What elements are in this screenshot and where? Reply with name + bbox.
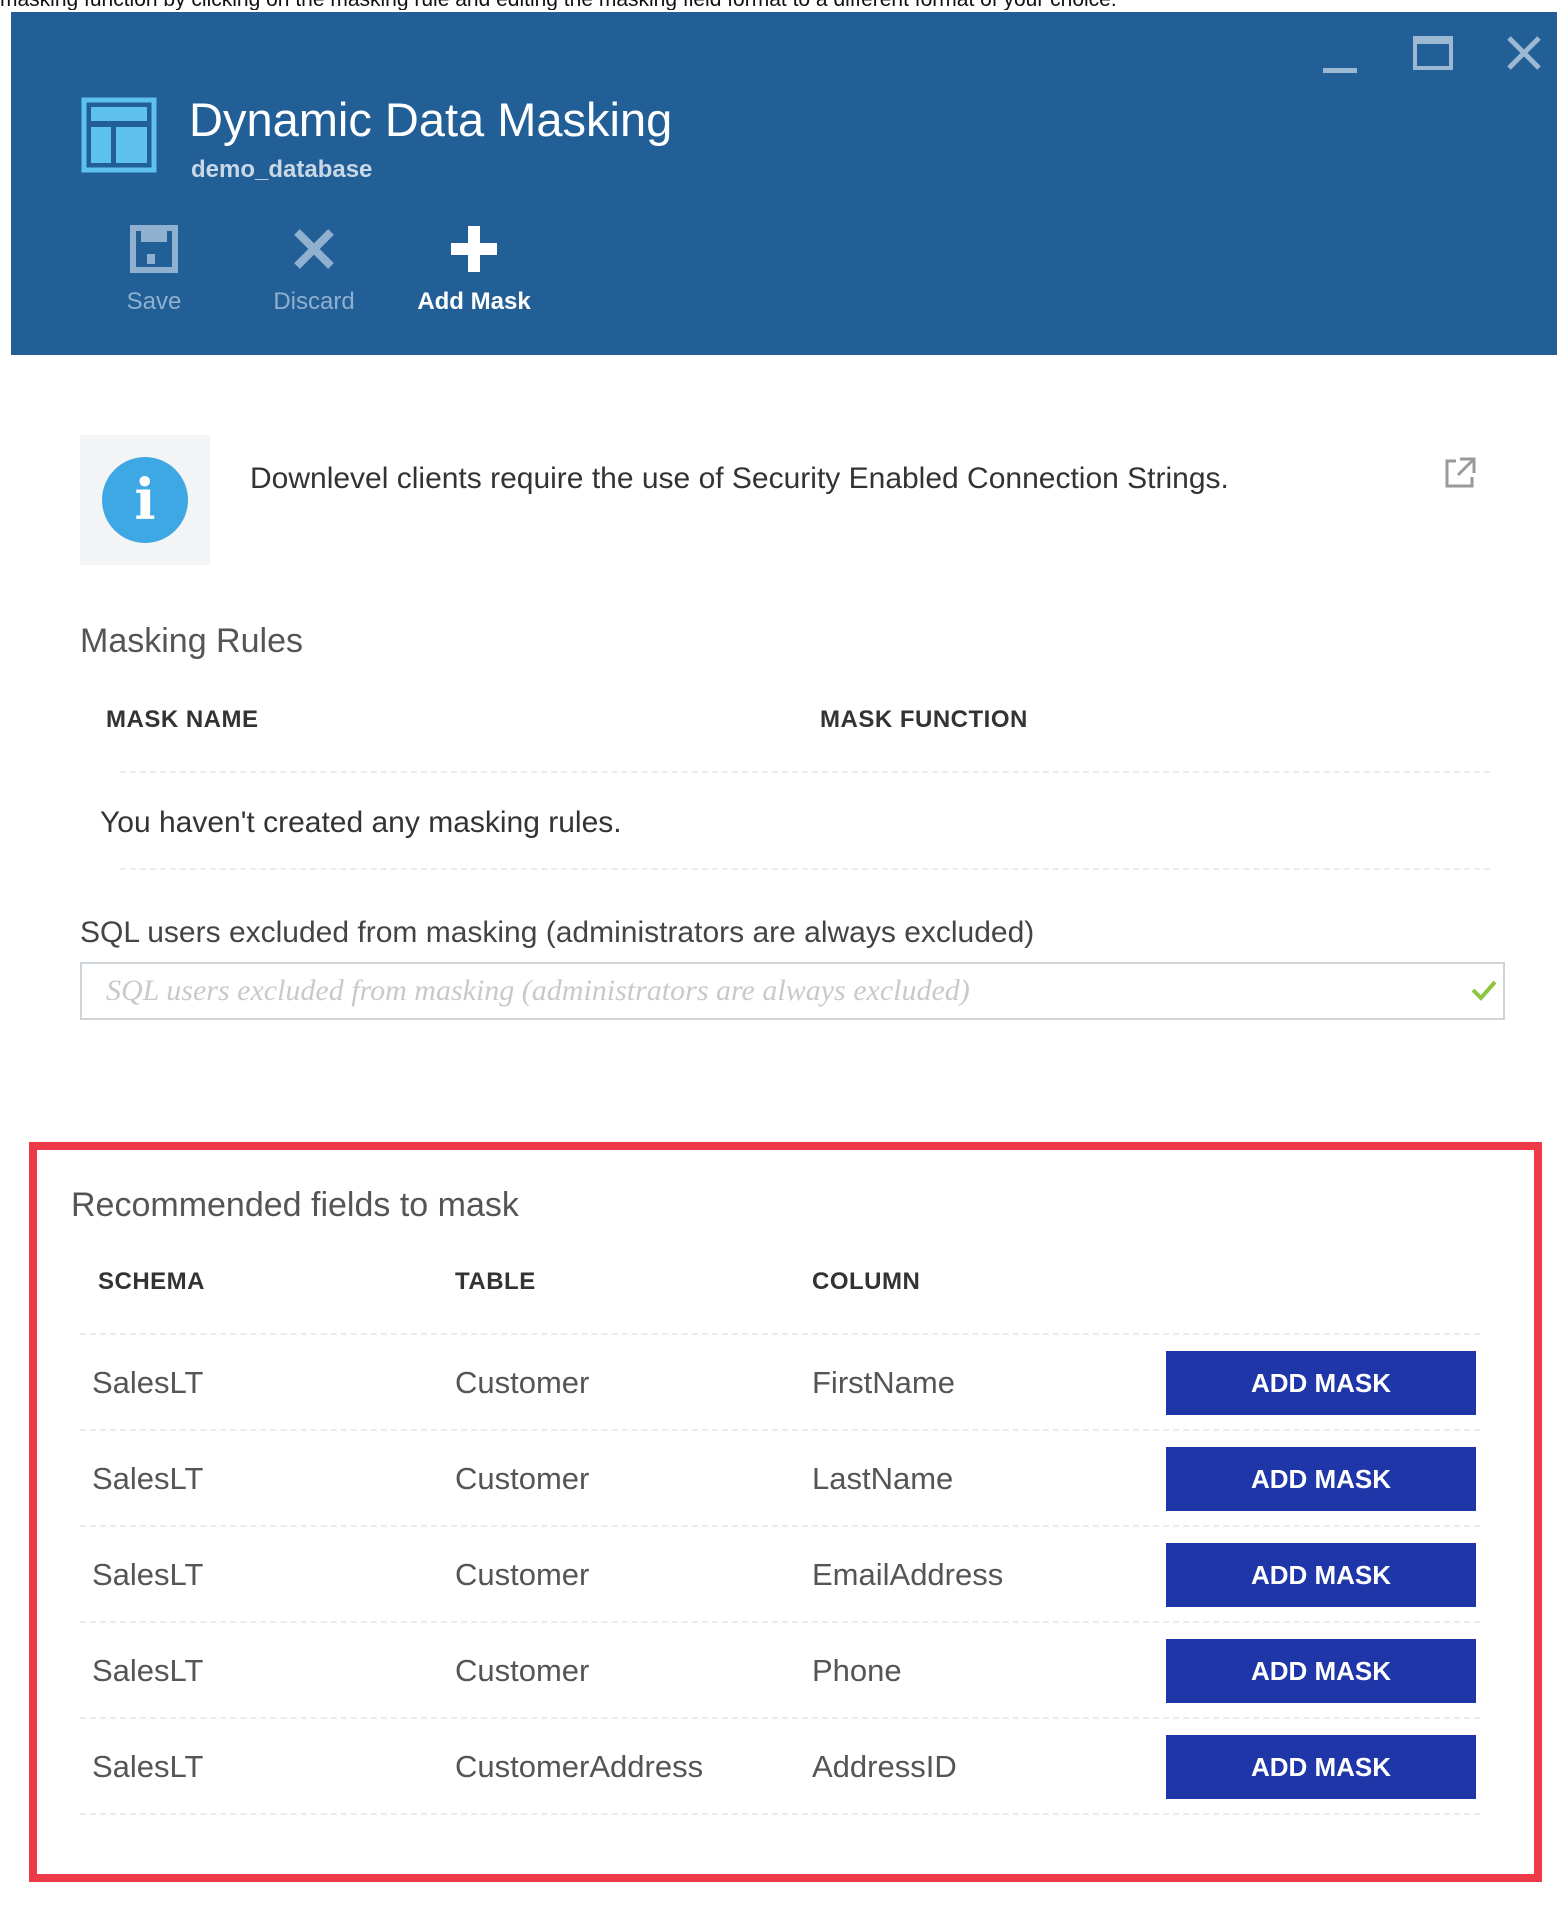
checkmark-icon [1471,980,1497,1001]
save-label: Save [126,288,182,315]
table-cell: Customer [455,1461,590,1496]
add-mask-button[interactable]: ADD MASK [1166,1351,1476,1415]
masking-rules-heading: Masking Rules [80,622,303,660]
external-link-icon[interactable] [1442,455,1478,491]
row-divider [80,1717,1480,1719]
mask-name-header: MASK NAME [106,706,259,733]
discard-icon [294,229,334,269]
column-cell: FirstName [812,1365,955,1400]
minimize-icon[interactable] [1317,28,1363,74]
discard-button[interactable]: Discard [249,224,379,324]
column-cell: Phone [812,1653,902,1688]
row-divider [80,1429,1480,1431]
schema-cell: SalesLT [92,1557,204,1592]
add-mask-command[interactable]: Add Mask [409,224,539,324]
save-button[interactable]: Save [89,224,219,324]
table-cell: Customer [455,1365,590,1400]
info-icon: i [102,457,188,543]
column-cell: AddressID [812,1749,957,1784]
database-blade-icon [81,97,157,173]
row-divider [80,1813,1480,1815]
header-divider [120,771,1490,773]
excluded-users-label: SQL users excluded from masking (adminis… [80,916,1035,949]
table-cell: CustomerAddress [455,1749,704,1784]
column-cell: LastName [812,1461,954,1496]
table-header-divider [80,1333,1480,1335]
schema-cell: SalesLT [92,1461,204,1496]
schema-cell: SalesLT [92,1749,204,1784]
add-mask-label: Add Mask [417,288,531,315]
recommended-heading: Recommended fields to mask [71,1186,519,1224]
add-mask-button[interactable]: ADD MASK [1166,1735,1476,1799]
table-cell: Customer [455,1557,590,1592]
column-header: COLUMN [812,1268,921,1295]
schema-header: SCHEMA [98,1268,206,1295]
save-icon [130,225,178,273]
mask-function-header: MASK FUNCTION [820,706,1028,733]
add-mask-button[interactable]: ADD MASK [1166,1639,1476,1703]
empty-rules-message: You haven't created any masking rules. [100,806,622,839]
rules-divider [120,868,1490,870]
schema-cell: SalesLT [92,1365,204,1400]
add-icon [451,226,497,272]
blade-subtitle: demo_database [191,156,373,183]
row-divider [80,1525,1480,1527]
blade-title: Dynamic Data Masking [189,93,673,146]
info-badge: i [80,435,210,565]
add-mask-button[interactable]: ADD MASK [1166,1543,1476,1607]
maximize-icon[interactable] [1409,28,1455,74]
add-mask-button[interactable]: ADD MASK [1166,1447,1476,1511]
column-cell: EmailAddress [812,1557,1004,1592]
excluded-users-input[interactable] [80,962,1505,1020]
table-header: TABLE [455,1268,536,1295]
info-message: Downlevel clients require the use of Sec… [250,462,1229,495]
close-icon[interactable] [1501,28,1547,74]
schema-cell: SalesLT [92,1653,204,1688]
page-caption: masking function by clicking on the mask… [0,0,1557,10]
table-cell: Customer [455,1653,590,1688]
blade-header: Dynamic Data Masking demo_database Save … [11,12,1557,355]
discard-label: Discard [273,288,355,315]
row-divider [80,1621,1480,1623]
